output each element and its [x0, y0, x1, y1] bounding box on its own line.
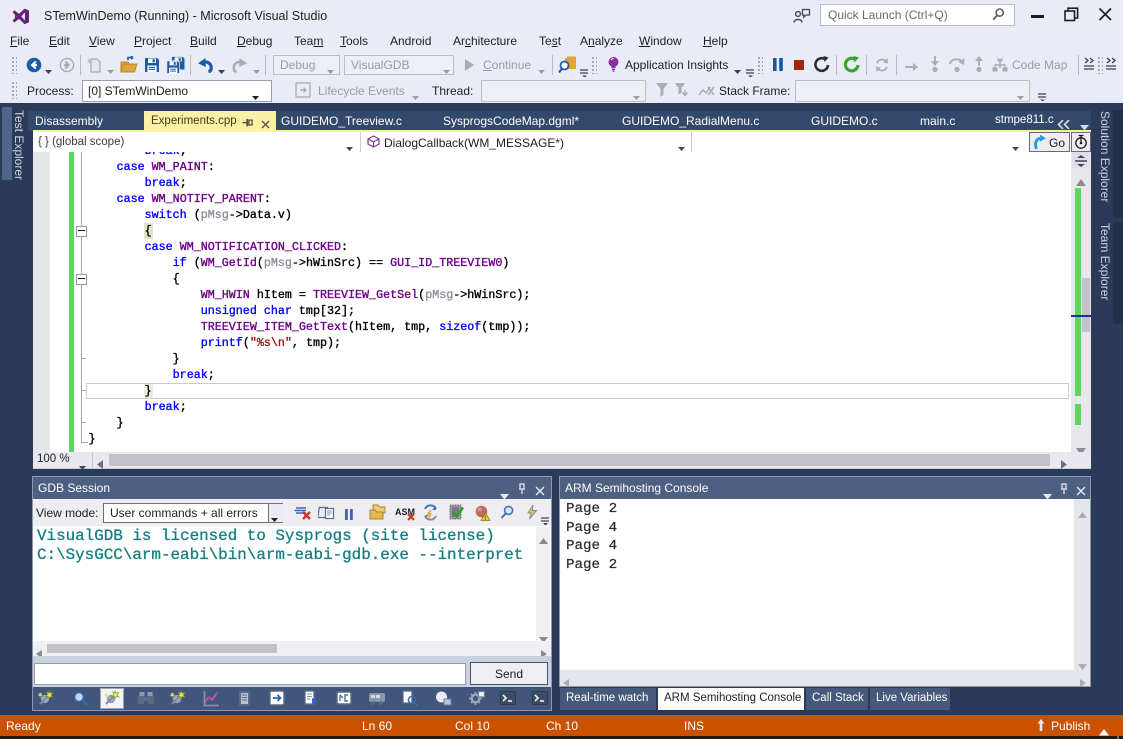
svg-text:!: ! [484, 516, 486, 521]
